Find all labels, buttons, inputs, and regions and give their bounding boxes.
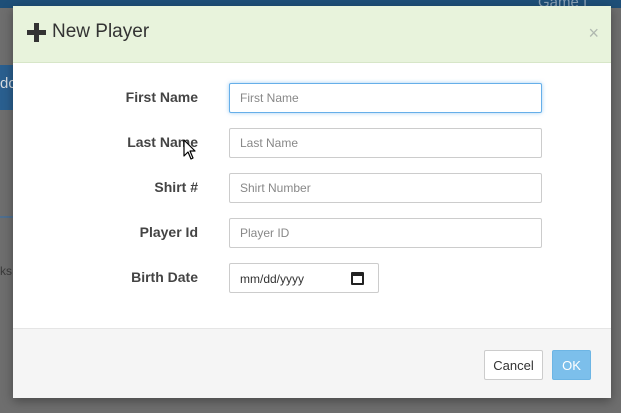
shirt-number-label: Shirt # (154, 179, 198, 195)
background-side-text: ks (0, 264, 12, 278)
dialog-footer: Cancel OK (13, 328, 611, 398)
background-nav-text: dc (0, 75, 13, 92)
cancel-button[interactable]: Cancel (484, 350, 543, 380)
dialog-header: New Player × (13, 6, 611, 63)
last-name-row: Last Name (13, 128, 611, 158)
mouse-pointer-icon (183, 139, 196, 160)
ok-button[interactable]: OK (552, 350, 591, 380)
first-name-input[interactable] (229, 83, 542, 113)
new-player-dialog: New Player × First Name Last Name Shirt … (13, 6, 611, 398)
birth-date-input[interactable]: mm/dd/yyyy (229, 263, 379, 293)
dialog-title-text: New Player (52, 21, 150, 42)
player-id-row: Player Id (13, 218, 611, 248)
dialog-title: New Player (27, 21, 149, 43)
last-name-input[interactable] (229, 128, 542, 158)
background-divider (0, 216, 13, 218)
player-id-input[interactable] (229, 218, 542, 248)
calendar-icon[interactable] (351, 272, 364, 285)
first-name-label: First Name (125, 89, 198, 105)
birth-date-label: Birth Date (131, 269, 198, 285)
close-button[interactable]: × (588, 24, 599, 42)
plus-icon (27, 22, 46, 42)
shirt-number-input[interactable] (229, 173, 542, 203)
shirt-number-row: Shirt # (13, 173, 611, 203)
first-name-row: First Name (13, 83, 611, 113)
birth-date-row: Birth Date mm/dd/yyyy (13, 263, 611, 293)
player-id-label: Player Id (139, 224, 198, 240)
birth-date-placeholder: mm/dd/yyyy (240, 272, 305, 286)
